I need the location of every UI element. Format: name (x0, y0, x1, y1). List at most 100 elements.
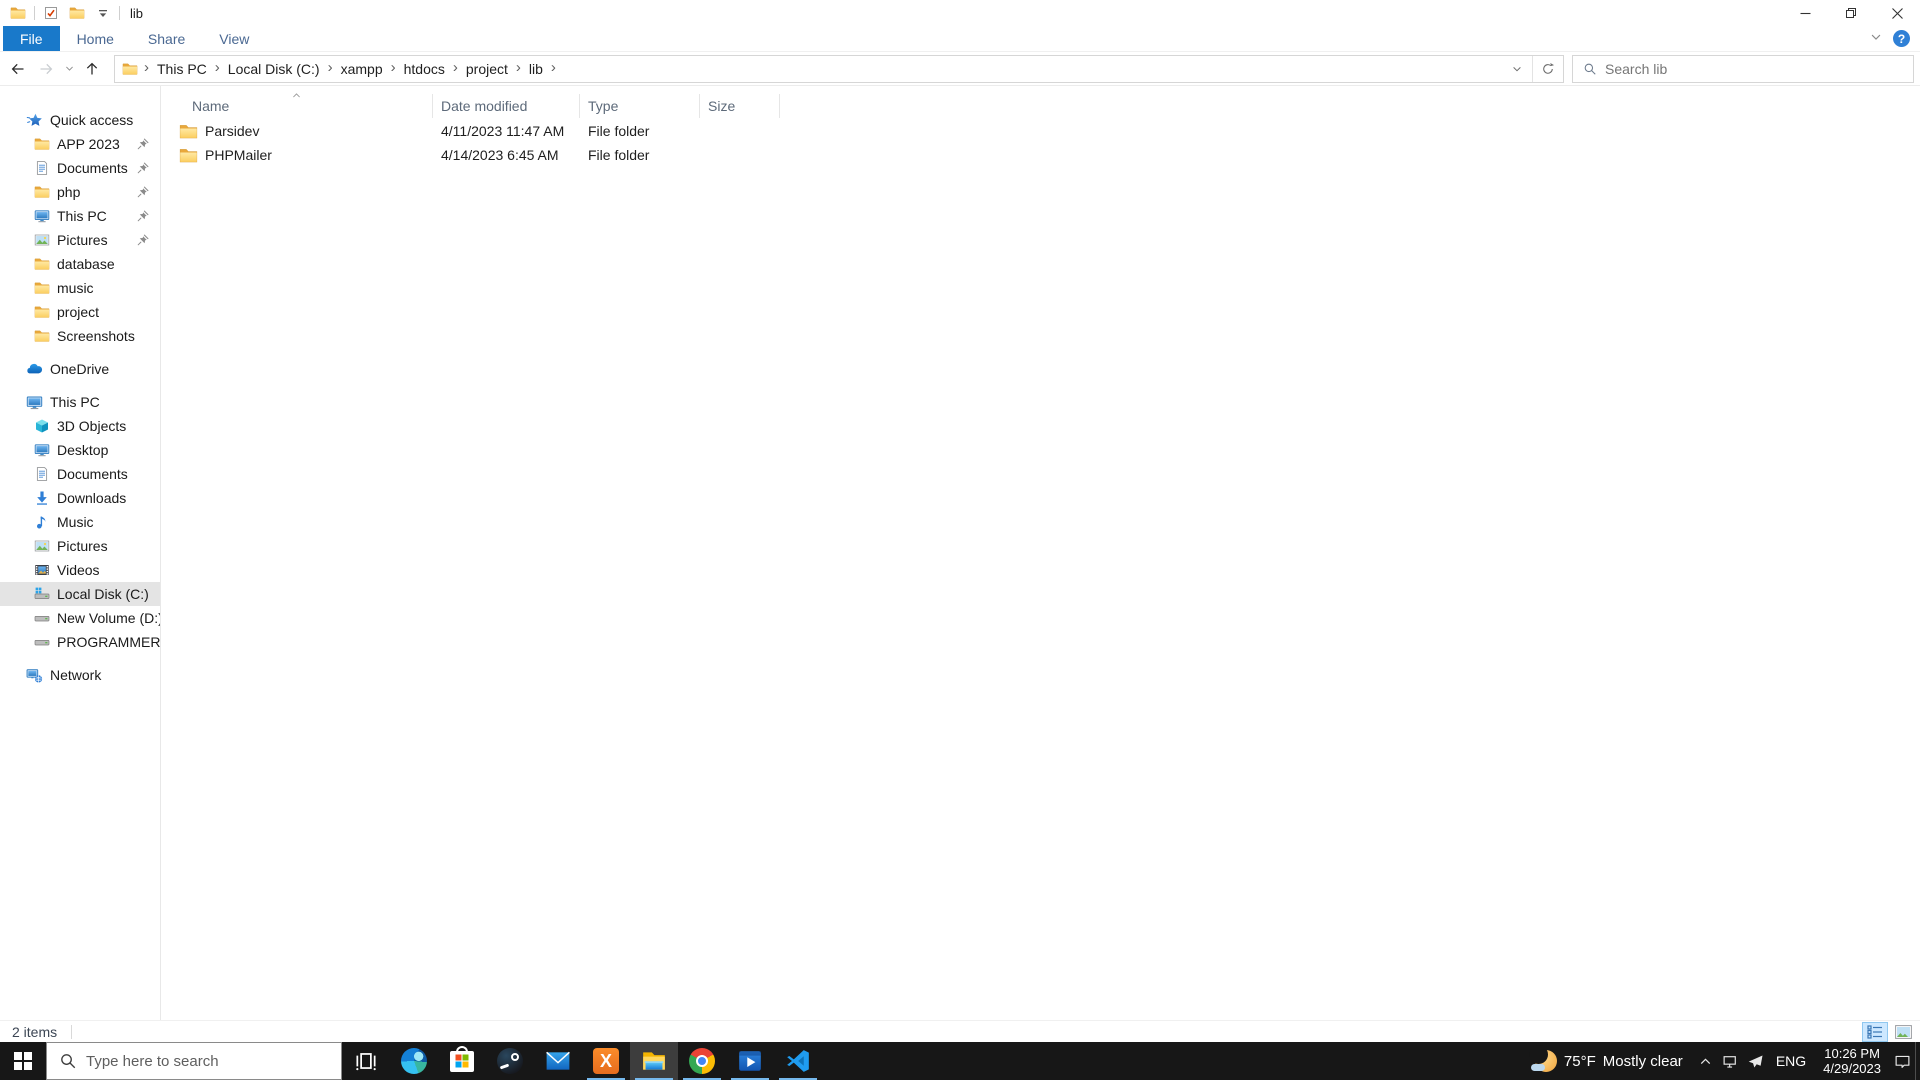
sidebar-item-music[interactable]: music (0, 276, 160, 300)
breadcrumb-separator: › (214, 59, 220, 76)
address-bar[interactable]: › This PC › Local Disk (C:) › xampp › ht… (114, 54, 1564, 83)
show-desktop-button[interactable] (1915, 1042, 1920, 1080)
sidebar-item-documents-pinned[interactable]: Documents (0, 156, 160, 180)
new-folder-icon[interactable] (67, 3, 87, 23)
expand-ribbon-chevron-icon[interactable] (1869, 30, 1883, 47)
breadcrumb-this-pc[interactable]: This PC (151, 56, 213, 82)
document-icon (34, 160, 50, 176)
sidebar-item-local-disk-c[interactable]: Local Disk (C:) (0, 582, 160, 606)
taskbar-app-steam[interactable] (486, 1042, 534, 1080)
customize-qat-dropdown[interactable] (93, 3, 113, 23)
minimize-button[interactable] (1782, 0, 1828, 26)
tab-file[interactable]: File (3, 26, 60, 51)
sidebar-section-this-pc[interactable]: This PC (0, 390, 160, 414)
breadcrumb-xampp[interactable]: xampp (335, 56, 389, 82)
search-icon (59, 1052, 77, 1070)
item-count: 2 items (12, 1023, 58, 1040)
airplane-tray-icon[interactable] (1743, 1042, 1768, 1080)
view-toggles (1862, 1021, 1916, 1042)
file-row-phpmailer[interactable]: PHPMailer 4/14/2023 6:45 AM File folder (161, 144, 1920, 166)
explorer-search-input[interactable] (1605, 60, 1913, 77)
sidebar-item-project[interactable]: project (0, 300, 160, 324)
navigation-pane: Quick access APP 2023 Documents php This… (0, 86, 161, 1020)
close-button[interactable] (1874, 0, 1920, 26)
folder-icon (34, 304, 50, 320)
system-tray: 75°F Mostly clear ENG 10:26 PM 4/29/2023 (1525, 1042, 1920, 1080)
sidebar-item-desktop[interactable]: Desktop (0, 438, 160, 462)
status-bar: 2 items (0, 1020, 1920, 1042)
column-header-date-modified[interactable]: Date modified (433, 94, 580, 118)
file-row-parsidev[interactable]: Parsidev 4/11/2023 11:47 AM File folder (161, 120, 1920, 142)
network-icon (26, 667, 43, 684)
weather-widget[interactable]: 75°F Mostly clear (1525, 1045, 1693, 1072)
help-icon[interactable]: ? (1893, 30, 1910, 47)
folder-icon (34, 328, 50, 344)
sidebar-item-screenshots[interactable]: Screenshots (0, 324, 160, 348)
column-header-size[interactable]: Size (700, 94, 780, 118)
up-button[interactable] (78, 55, 106, 83)
sidebar-section-onedrive[interactable]: OneDrive (0, 357, 160, 381)
taskbar-app-edge[interactable] (390, 1042, 438, 1080)
sidebar-item-database[interactable]: database (0, 252, 160, 276)
tab-view[interactable]: View (202, 26, 266, 51)
forward-button[interactable] (32, 55, 60, 83)
search-icon (1583, 62, 1597, 76)
task-view-button[interactable] (342, 1042, 390, 1080)
breadcrumb-lib[interactable]: lib (523, 56, 549, 82)
sidebar-item-new-volume-d[interactable]: New Volume (D:) (0, 606, 160, 630)
sidebar-item-pictures-pinned[interactable]: Pictures (0, 228, 160, 252)
sidebar-item-downloads[interactable]: Downloads (0, 486, 160, 510)
sidebar-item-pictures[interactable]: Pictures (0, 534, 160, 558)
refresh-icon[interactable] (1533, 56, 1563, 82)
sidebar-section-network[interactable]: Network (0, 663, 160, 687)
taskbar-app-file-explorer[interactable] (630, 1042, 678, 1080)
address-history-chevron-icon[interactable] (1502, 56, 1532, 82)
breadcrumb-separator: › (144, 59, 149, 76)
sidebar-item-this-pc-pinned[interactable]: This PC (0, 204, 160, 228)
back-button[interactable] (4, 55, 32, 83)
sidebar-item-3d-objects[interactable]: 3D Objects (0, 414, 160, 438)
taskbar-search-input[interactable] (86, 1052, 341, 1070)
sidebar-item-documents[interactable]: Documents (0, 462, 160, 486)
taskbar-app-mail[interactable] (534, 1042, 582, 1080)
taskbar-app-chrome[interactable] (678, 1042, 726, 1080)
folder-icon (34, 280, 50, 296)
sidebar-item-php[interactable]: php (0, 180, 160, 204)
details-view-button[interactable] (1862, 1021, 1888, 1042)
taskbar-search-box[interactable] (46, 1042, 342, 1080)
file-explorer-icon (641, 1048, 667, 1074)
action-center-icon[interactable] (1890, 1042, 1915, 1080)
large-icons-view-button[interactable] (1890, 1022, 1916, 1042)
taskbar: X 75°F Mostly clear (0, 1042, 1920, 1080)
quick-access-star-icon (26, 112, 43, 129)
date: 4/29/2023 (1823, 1061, 1881, 1076)
sort-ascending-chevron-icon[interactable] (291, 88, 302, 104)
sidebar-section-quick-access[interactable]: Quick access (0, 108, 160, 132)
language-indicator[interactable]: ENG (1768, 1053, 1814, 1069)
tab-share[interactable]: Share (131, 26, 202, 51)
tab-home[interactable]: Home (60, 26, 131, 51)
hidden-icons-chevron-icon[interactable] (1693, 1042, 1718, 1080)
taskbar-app-store[interactable] (438, 1042, 486, 1080)
file-name: Parsidev (205, 123, 260, 139)
taskbar-app-xampp[interactable]: X (582, 1042, 630, 1080)
column-header-type[interactable]: Type (580, 94, 700, 118)
restore-button[interactable] (1828, 0, 1874, 26)
sidebar-item-videos[interactable]: Videos (0, 558, 160, 582)
properties-check-icon[interactable] (41, 3, 61, 23)
start-button[interactable] (0, 1042, 46, 1080)
taskbar-app-vscode[interactable] (774, 1042, 822, 1080)
breadcrumb-local-disk-c[interactable]: Local Disk (C:) (222, 56, 326, 82)
sidebar-item-app-2023[interactable]: APP 2023 (0, 132, 160, 156)
file-date-modified: 4/14/2023 6:45 AM (441, 147, 559, 163)
sidebar-item-programmer-k[interactable]: PROGRAMMER (K:) (0, 630, 160, 654)
recent-locations-chevron-icon[interactable] (60, 55, 78, 83)
clock[interactable]: 10:26 PM 4/29/2023 (1814, 1046, 1890, 1076)
network-tray-icon[interactable] (1718, 1042, 1743, 1080)
breadcrumb-project[interactable]: project (460, 56, 514, 82)
sidebar-item-music-library[interactable]: Music (0, 510, 160, 534)
breadcrumb-htdocs[interactable]: htdocs (398, 56, 451, 82)
explorer-search-box[interactable] (1572, 54, 1914, 83)
file-explorer-window: lib File Home Share View ? › This PC › L… (0, 0, 1920, 1080)
taskbar-app-movies-tv[interactable] (726, 1042, 774, 1080)
